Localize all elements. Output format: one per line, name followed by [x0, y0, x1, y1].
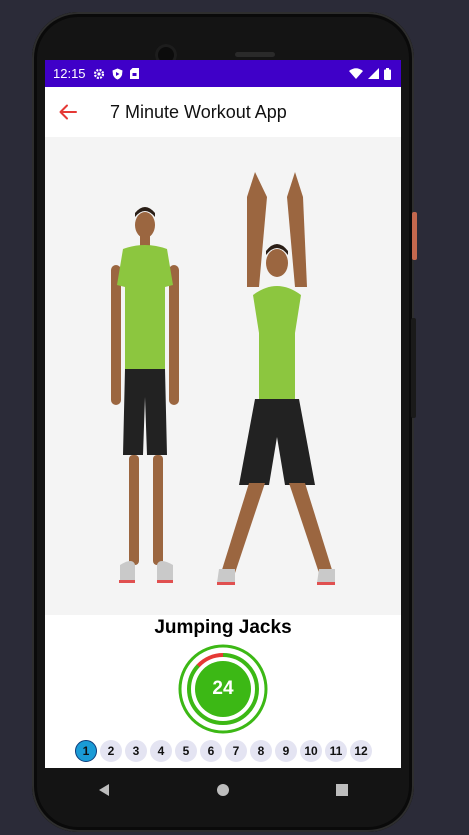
power-button[interactable] — [412, 212, 417, 260]
standing-figure — [111, 207, 179, 583]
arrow-back-icon — [59, 104, 77, 120]
sim-icon — [129, 68, 139, 79]
earpiece-speaker — [235, 52, 275, 57]
exercise-step-9: 9 — [275, 740, 297, 762]
exercise-step-7: 7 — [225, 740, 247, 762]
back-button[interactable] — [59, 100, 83, 124]
signal-icon — [368, 68, 379, 79]
status-bar: 12:15 — [45, 60, 401, 87]
home-nav-icon[interactable] — [216, 783, 230, 797]
exercise-progress: 1 2 3 4 5 6 7 8 9 10 11 12 — [75, 740, 372, 762]
back-nav-icon[interactable] — [97, 783, 111, 797]
status-time: 12:15 — [53, 66, 86, 81]
recents-nav-icon[interactable] — [335, 783, 349, 797]
volume-button[interactable] — [411, 318, 416, 418]
battery-icon — [384, 67, 391, 80]
exercise-timer: 24 — [178, 644, 268, 734]
jumping-figure — [217, 172, 335, 585]
wifi-icon — [349, 68, 363, 79]
app-bar: 7 Minute Workout App — [45, 87, 401, 137]
gear-icon — [93, 68, 104, 79]
android-nav-bar — [45, 768, 401, 812]
exercise-step-11: 11 — [325, 740, 347, 762]
exercise-step-1: 1 — [75, 740, 97, 762]
timer-value: 24 — [212, 678, 234, 699]
exercise-image — [45, 137, 401, 615]
exercise-step-12: 12 — [350, 740, 372, 762]
exercise-step-8: 8 — [250, 740, 272, 762]
exercise-step-4: 4 — [150, 740, 172, 762]
exercise-step-3: 3 — [125, 740, 147, 762]
exercise-step-2: 2 — [100, 740, 122, 762]
shield-icon — [112, 68, 123, 79]
exercise-name: Jumping Jacks — [154, 617, 292, 638]
app-screen: 12:15 7 Minute Workout App Jumping Jacks… — [45, 60, 401, 768]
exercise-step-10: 10 — [300, 740, 322, 762]
exercise-step-5: 5 — [175, 740, 197, 762]
exercise-step-6: 6 — [200, 740, 222, 762]
page-title: 7 Minute Workout App — [110, 101, 287, 122]
